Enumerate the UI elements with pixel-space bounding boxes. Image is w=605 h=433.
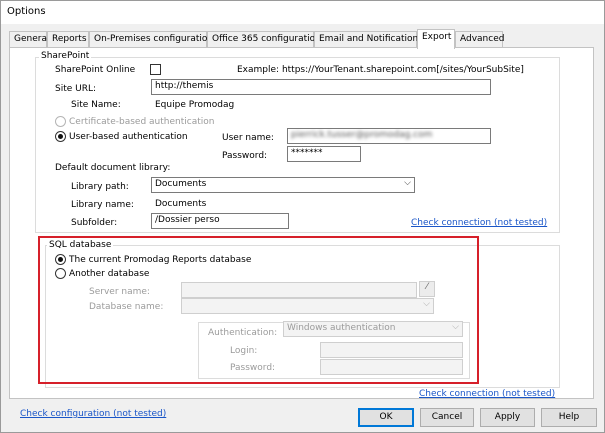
database-name-label: Database name: — [89, 302, 164, 312]
sharepoint-online-label: SharePoint Online — [55, 65, 136, 75]
chevron-down-icon: ⌵ — [423, 299, 430, 309]
authentication-value: Windows authentication — [287, 323, 396, 333]
sharepoint-online-checkbox[interactable] — [150, 64, 161, 75]
default-library-label: Default document library: — [55, 163, 171, 173]
library-path-combobox[interactable]: Documents ⌵ — [151, 177, 415, 193]
sharepoint-legend: SharePoint — [39, 51, 92, 61]
tab-advanced[interactable]: Advanced — [455, 31, 504, 48]
server-name-label: Server name: — [89, 287, 150, 297]
sql-password-label: Password: — [230, 363, 276, 373]
current-database-label: The current Promodag Reports database — [69, 255, 252, 265]
username-input[interactable]: pierrick.tusser@promodag.com — [287, 128, 491, 144]
cancel-button[interactable]: Cancel — [420, 408, 474, 427]
chevron-down-icon: ⌵ — [404, 178, 411, 188]
check-configuration-link[interactable]: Check configuration (not tested) — [20, 409, 166, 419]
library-name-label: Library name: — [71, 200, 134, 210]
another-database-label: Another database — [69, 269, 150, 279]
user-auth-radio[interactable] — [55, 131, 66, 142]
user-auth-label: User-based authentication — [69, 132, 188, 142]
login-label: Login: — [230, 346, 258, 356]
library-path-value: Documents — [155, 179, 207, 189]
help-button[interactable]: Help — [541, 408, 597, 427]
site-url-label: Site URL: — [55, 84, 97, 94]
apply-button[interactable]: Apply — [480, 408, 535, 427]
chevron-down-icon: ⌵ — [452, 322, 459, 332]
username-label: User name: — [222, 133, 274, 143]
tab-export[interactable]: Export — [417, 29, 455, 49]
current-database-radio[interactable] — [55, 254, 66, 265]
tab-on-premises-configuration[interactable]: On-Premises configuration — [89, 31, 213, 48]
database-name-combobox[interactable]: ⌵ — [181, 298, 434, 314]
login-input[interactable] — [320, 342, 463, 358]
sql-check-connection-link[interactable]: Check connection (not tested) — [419, 389, 555, 399]
sharepoint-check-connection-link[interactable]: Check connection (not tested) — [411, 218, 547, 228]
server-name-input[interactable] — [181, 282, 417, 298]
sharepoint-url-example: Example: https://YourTenant.sharepoint.c… — [237, 65, 524, 75]
tab-office-365-configuration[interactable]: Office 365 configuration — [207, 31, 321, 48]
library-name-value: Documents — [155, 199, 207, 209]
certificate-auth-radio[interactable] — [55, 116, 66, 127]
site-url-input[interactable]: http://themis — [151, 79, 491, 95]
username-value: pierrick.tusser@promodag.com — [291, 130, 433, 140]
another-database-radio[interactable] — [55, 268, 66, 279]
authentication-label: Authentication: — [208, 328, 278, 338]
password-label: Password: — [222, 151, 268, 161]
certificate-auth-label: Certificate-based authentication — [69, 117, 215, 127]
tab-reports[interactable]: Reports — [47, 31, 89, 48]
authentication-combobox[interactable]: Windows authentication ⌵ — [283, 321, 463, 337]
subfolder-input[interactable]: /Dossier perso — [151, 213, 289, 229]
window-title: Options — [7, 6, 46, 17]
sql-database-legend: SQL database — [47, 240, 114, 250]
wand-icon[interactable]: ⁄ — [419, 281, 435, 297]
tab-general[interactable]: General — [9, 31, 49, 48]
tab-email-and-notifications[interactable]: Email and Notifications — [314, 31, 423, 48]
sql-password-input[interactable] — [320, 359, 463, 375]
site-name-label: Site Name: — [71, 100, 121, 110]
ok-button[interactable]: OK — [358, 408, 414, 427]
subfolder-label: Subfolder: — [71, 218, 118, 228]
password-input[interactable]: ******* — [287, 146, 361, 162]
library-path-label: Library path: — [71, 182, 129, 192]
site-name-value: Equipe Promodag — [155, 100, 235, 110]
